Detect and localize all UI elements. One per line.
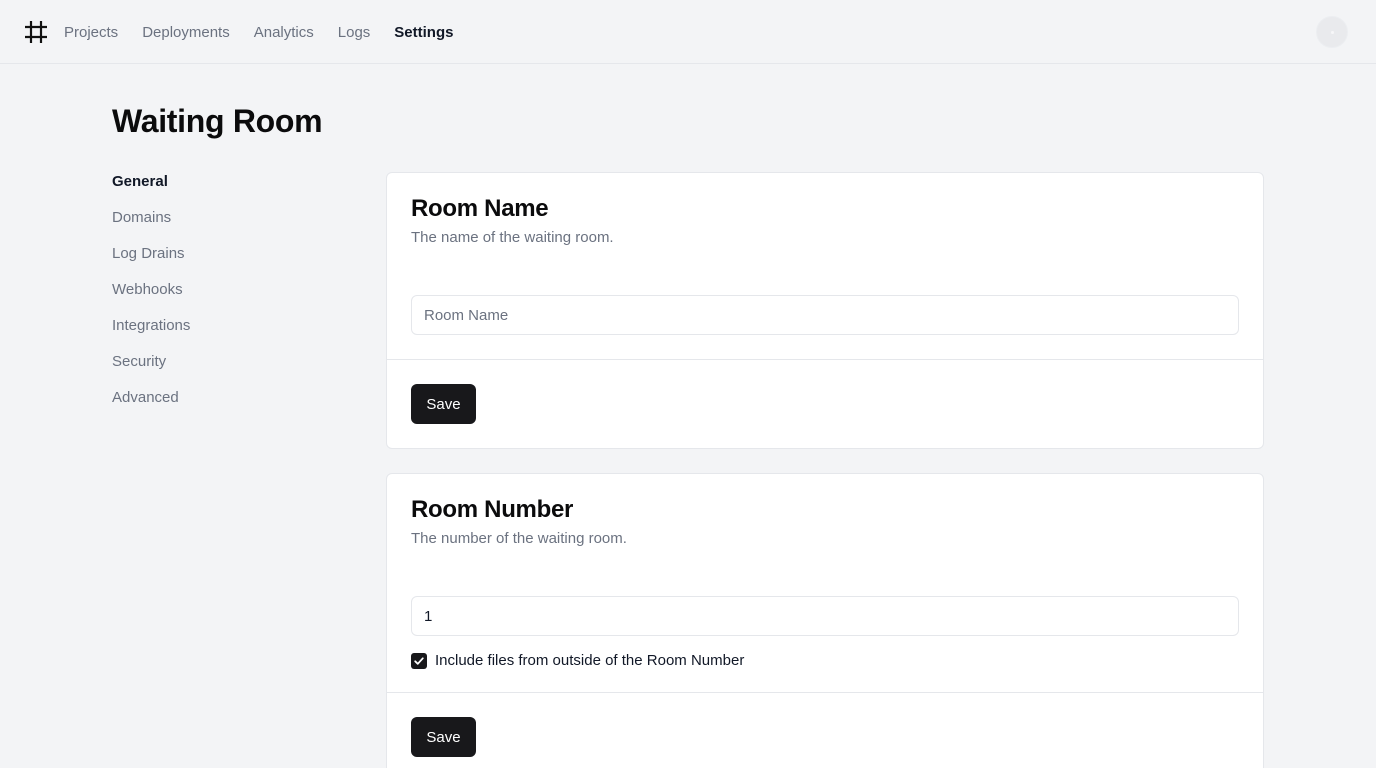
sidebar-item-integrations[interactable]: Integrations: [112, 316, 190, 352]
sidebar-item-log-drains[interactable]: Log Drains: [112, 244, 190, 280]
card-description: The number of the waiting room.: [411, 530, 627, 547]
include-files-checkbox[interactable]: [411, 652, 427, 669]
sidebar-item-domains[interactable]: Domains: [112, 208, 190, 244]
page-title: Waiting Room: [112, 103, 323, 139]
save-room-number-button[interactable]: Save: [411, 717, 476, 757]
sidebar-item-general[interactable]: General: [112, 172, 190, 208]
save-room-name-button[interactable]: Save: [411, 384, 476, 424]
card-description: The name of the waiting room.: [411, 229, 614, 246]
sidebar-item-security[interactable]: Security: [112, 352, 190, 388]
nav-analytics[interactable]: Analytics: [254, 24, 314, 41]
check-icon: [414, 656, 424, 665]
nav-logs[interactable]: Logs: [338, 24, 371, 41]
room-name-card: Room Name The name of the waiting room. …: [386, 172, 1264, 449]
include-files-checkbox-row[interactable]: Include files from outside of the Room N…: [411, 652, 744, 669]
card-title: Room Number: [411, 496, 574, 523]
room-number-card: Room Number The number of the waiting ro…: [386, 473, 1264, 768]
hash-icon[interactable]: [25, 21, 47, 43]
include-files-label: Include files from outside of the Room N…: [435, 652, 745, 669]
room-name-input[interactable]: [411, 295, 1239, 335]
main-nav: Projects Deployments Analytics Logs Sett…: [64, 0, 477, 64]
room-number-input[interactable]: [411, 596, 1239, 636]
card-title: Room Name: [411, 195, 549, 222]
settings-sidebar: General Domains Log Drains Webhooks Inte…: [112, 172, 190, 424]
top-navbar: Projects Deployments Analytics Logs Sett…: [0, 0, 1376, 64]
avatar[interactable]: [1316, 16, 1348, 48]
nav-deployments[interactable]: Deployments: [142, 24, 230, 41]
divider: [387, 359, 1263, 360]
nav-settings[interactable]: Settings: [394, 24, 453, 41]
divider: [387, 692, 1263, 693]
nav-projects[interactable]: Projects: [64, 24, 118, 41]
sidebar-item-advanced[interactable]: Advanced: [112, 388, 190, 424]
sidebar-item-webhooks[interactable]: Webhooks: [112, 280, 190, 316]
